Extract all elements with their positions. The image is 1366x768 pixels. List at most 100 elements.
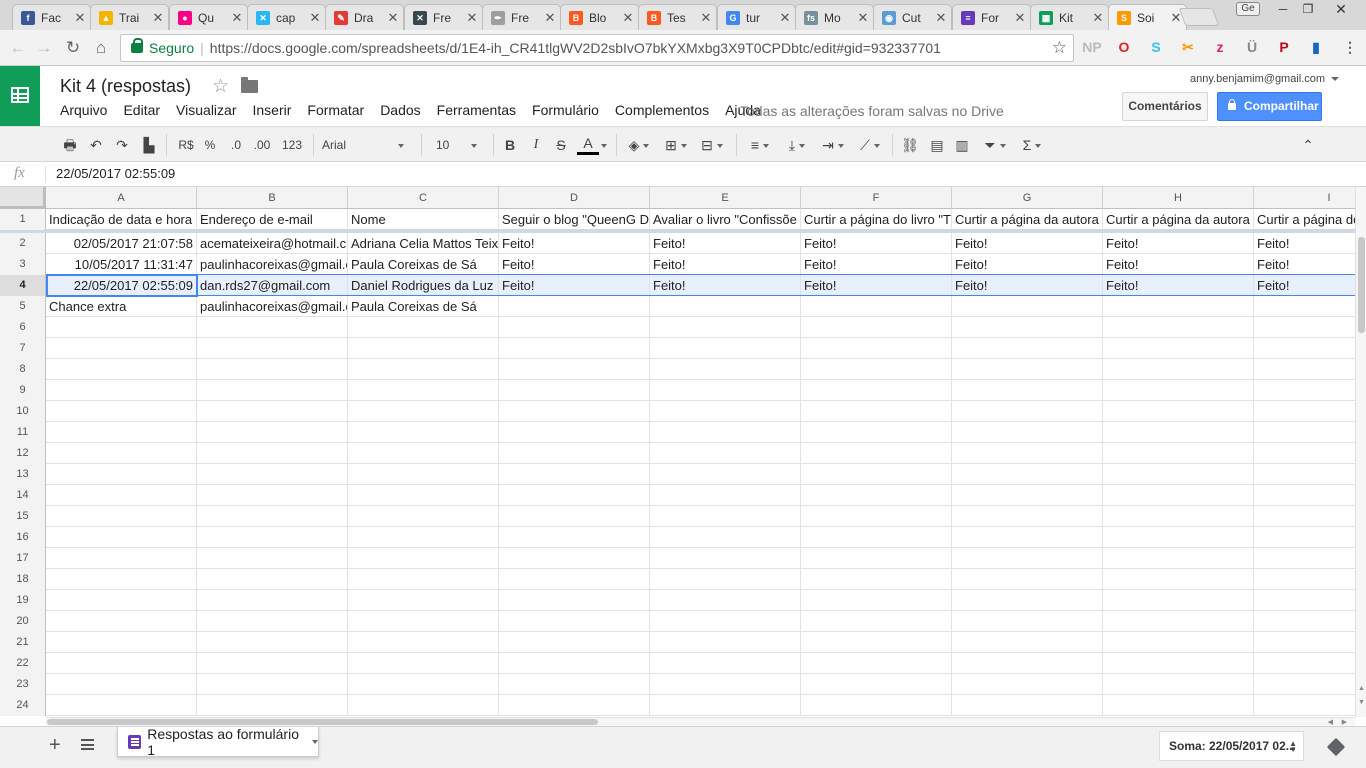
cell[interactable] bbox=[348, 527, 499, 548]
cell[interactable] bbox=[650, 611, 801, 632]
cell[interactable] bbox=[650, 317, 801, 338]
cell[interactable] bbox=[952, 443, 1103, 464]
close-tab-icon[interactable]: ✕ bbox=[544, 10, 556, 26]
row-header[interactable]: 17 bbox=[0, 548, 46, 569]
cell[interactable] bbox=[1103, 611, 1254, 632]
cell[interactable] bbox=[197, 317, 348, 338]
cell[interactable] bbox=[46, 632, 197, 653]
close-tab-icon[interactable]: ✕ bbox=[466, 10, 478, 26]
formula-input[interactable]: 22/05/2017 02:55:09 bbox=[56, 166, 175, 181]
browser-tab[interactable]: ▲ Trai ✕ bbox=[90, 4, 169, 30]
z-extension-icon[interactable]: z bbox=[1210, 37, 1230, 57]
cell[interactable] bbox=[801, 674, 952, 695]
cell[interactable] bbox=[952, 569, 1103, 590]
menu-item[interactable]: Inserir bbox=[252, 102, 291, 118]
column-header[interactable]: E bbox=[650, 187, 801, 209]
vertical-scroll-thumb[interactable] bbox=[1358, 237, 1365, 333]
cell[interactable] bbox=[801, 485, 952, 506]
cell[interactable] bbox=[197, 653, 348, 674]
cell[interactable] bbox=[1103, 653, 1254, 674]
row-header[interactable]: 14 bbox=[0, 485, 46, 506]
cell[interactable] bbox=[1254, 695, 1355, 716]
pinterest-icon[interactable]: P bbox=[1274, 37, 1294, 57]
format-currency-button[interactable]: R$ bbox=[175, 135, 197, 155]
cell[interactable] bbox=[1103, 527, 1254, 548]
menu-item[interactable]: Ferramentas bbox=[437, 102, 516, 118]
cell[interactable] bbox=[46, 464, 197, 485]
cell[interactable] bbox=[1254, 632, 1355, 653]
cell[interactable] bbox=[1254, 380, 1355, 401]
cell[interactable] bbox=[1103, 695, 1254, 716]
cell[interactable] bbox=[46, 317, 197, 338]
cell[interactable] bbox=[197, 464, 348, 485]
print-icon[interactable]: 🖶 bbox=[61, 135, 79, 155]
cell[interactable] bbox=[801, 611, 952, 632]
cell[interactable] bbox=[197, 632, 348, 653]
cell[interactable] bbox=[1254, 317, 1355, 338]
cell[interactable] bbox=[1254, 506, 1355, 527]
cell[interactable] bbox=[952, 506, 1103, 527]
cell[interactable]: Feito! bbox=[801, 233, 952, 254]
cell[interactable] bbox=[801, 548, 952, 569]
cell[interactable] bbox=[801, 695, 952, 716]
cell[interactable] bbox=[499, 464, 650, 485]
cell[interactable] bbox=[650, 464, 801, 485]
cell[interactable] bbox=[197, 695, 348, 716]
cell[interactable]: acemateixeira@hotmail.c bbox=[197, 233, 348, 254]
merge-cells-icon[interactable]: ⊟ bbox=[696, 135, 728, 155]
cell[interactable] bbox=[348, 695, 499, 716]
italic-button[interactable]: I bbox=[528, 135, 544, 155]
horizontal-align-icon[interactable]: ≡ bbox=[745, 135, 775, 155]
cell[interactable] bbox=[197, 569, 348, 590]
cell[interactable] bbox=[1103, 569, 1254, 590]
chevron-down-icon[interactable] bbox=[600, 135, 608, 155]
cell[interactable]: Feito! bbox=[801, 275, 952, 296]
vertical-scrollbar[interactable]: ▲ ▼ bbox=[1355, 187, 1366, 717]
fill-color-icon[interactable]: ◈ bbox=[624, 135, 654, 155]
cell[interactable] bbox=[1254, 590, 1355, 611]
explore-icon[interactable] bbox=[1326, 737, 1346, 757]
cell[interactable]: Feito! bbox=[1254, 233, 1355, 254]
cell[interactable] bbox=[348, 485, 499, 506]
row-header[interactable]: 19 bbox=[0, 590, 46, 611]
cell[interactable] bbox=[1103, 590, 1254, 611]
cell[interactable]: Feito! bbox=[1103, 233, 1254, 254]
cell[interactable] bbox=[952, 548, 1103, 569]
cell[interactable] bbox=[801, 422, 952, 443]
sheet-tab[interactable]: Respostas ao formulário 1 bbox=[117, 726, 319, 758]
browser-tab[interactable]: S Soi ✕ bbox=[1108, 4, 1187, 31]
cell[interactable] bbox=[499, 296, 650, 317]
cell[interactable] bbox=[197, 548, 348, 569]
cell[interactable] bbox=[348, 611, 499, 632]
close-tab-icon[interactable]: ✕ bbox=[779, 10, 791, 26]
cell[interactable]: paulinhacoreixas@gmail.c bbox=[197, 254, 348, 275]
column-header[interactable]: A bbox=[46, 187, 197, 209]
cell[interactable] bbox=[801, 653, 952, 674]
menu-item[interactable]: Visualizar bbox=[176, 102, 236, 118]
cell[interactable] bbox=[197, 380, 348, 401]
browser-tab[interactable]: ◉ Cut ✕ bbox=[873, 4, 952, 30]
row-header[interactable]: 3 bbox=[0, 254, 46, 275]
cell[interactable] bbox=[801, 632, 952, 653]
row-header[interactable]: 2 bbox=[0, 233, 46, 254]
cell[interactable] bbox=[952, 485, 1103, 506]
cell[interactable] bbox=[1254, 401, 1355, 422]
cell[interactable] bbox=[348, 653, 499, 674]
row-header[interactable]: 20 bbox=[0, 611, 46, 632]
cell[interactable] bbox=[650, 674, 801, 695]
text-wrapping-icon[interactable]: ⇥ bbox=[816, 135, 850, 155]
cell[interactable] bbox=[1254, 527, 1355, 548]
cell[interactable] bbox=[650, 590, 801, 611]
close-tab-icon[interactable]: ✕ bbox=[231, 10, 243, 26]
close-window-icon[interactable]: ✕ bbox=[1326, 0, 1356, 18]
cell[interactable] bbox=[197, 506, 348, 527]
font-family-select[interactable]: Arial bbox=[322, 135, 410, 155]
column-header[interactable]: I bbox=[1254, 187, 1355, 209]
cell[interactable] bbox=[46, 422, 197, 443]
cell[interactable] bbox=[952, 632, 1103, 653]
cell[interactable] bbox=[499, 674, 650, 695]
browser-tab[interactable]: ✕ Fre ✕ bbox=[404, 4, 483, 30]
cell[interactable]: Nome bbox=[348, 209, 499, 230]
cell[interactable] bbox=[46, 569, 197, 590]
cell[interactable] bbox=[46, 380, 197, 401]
